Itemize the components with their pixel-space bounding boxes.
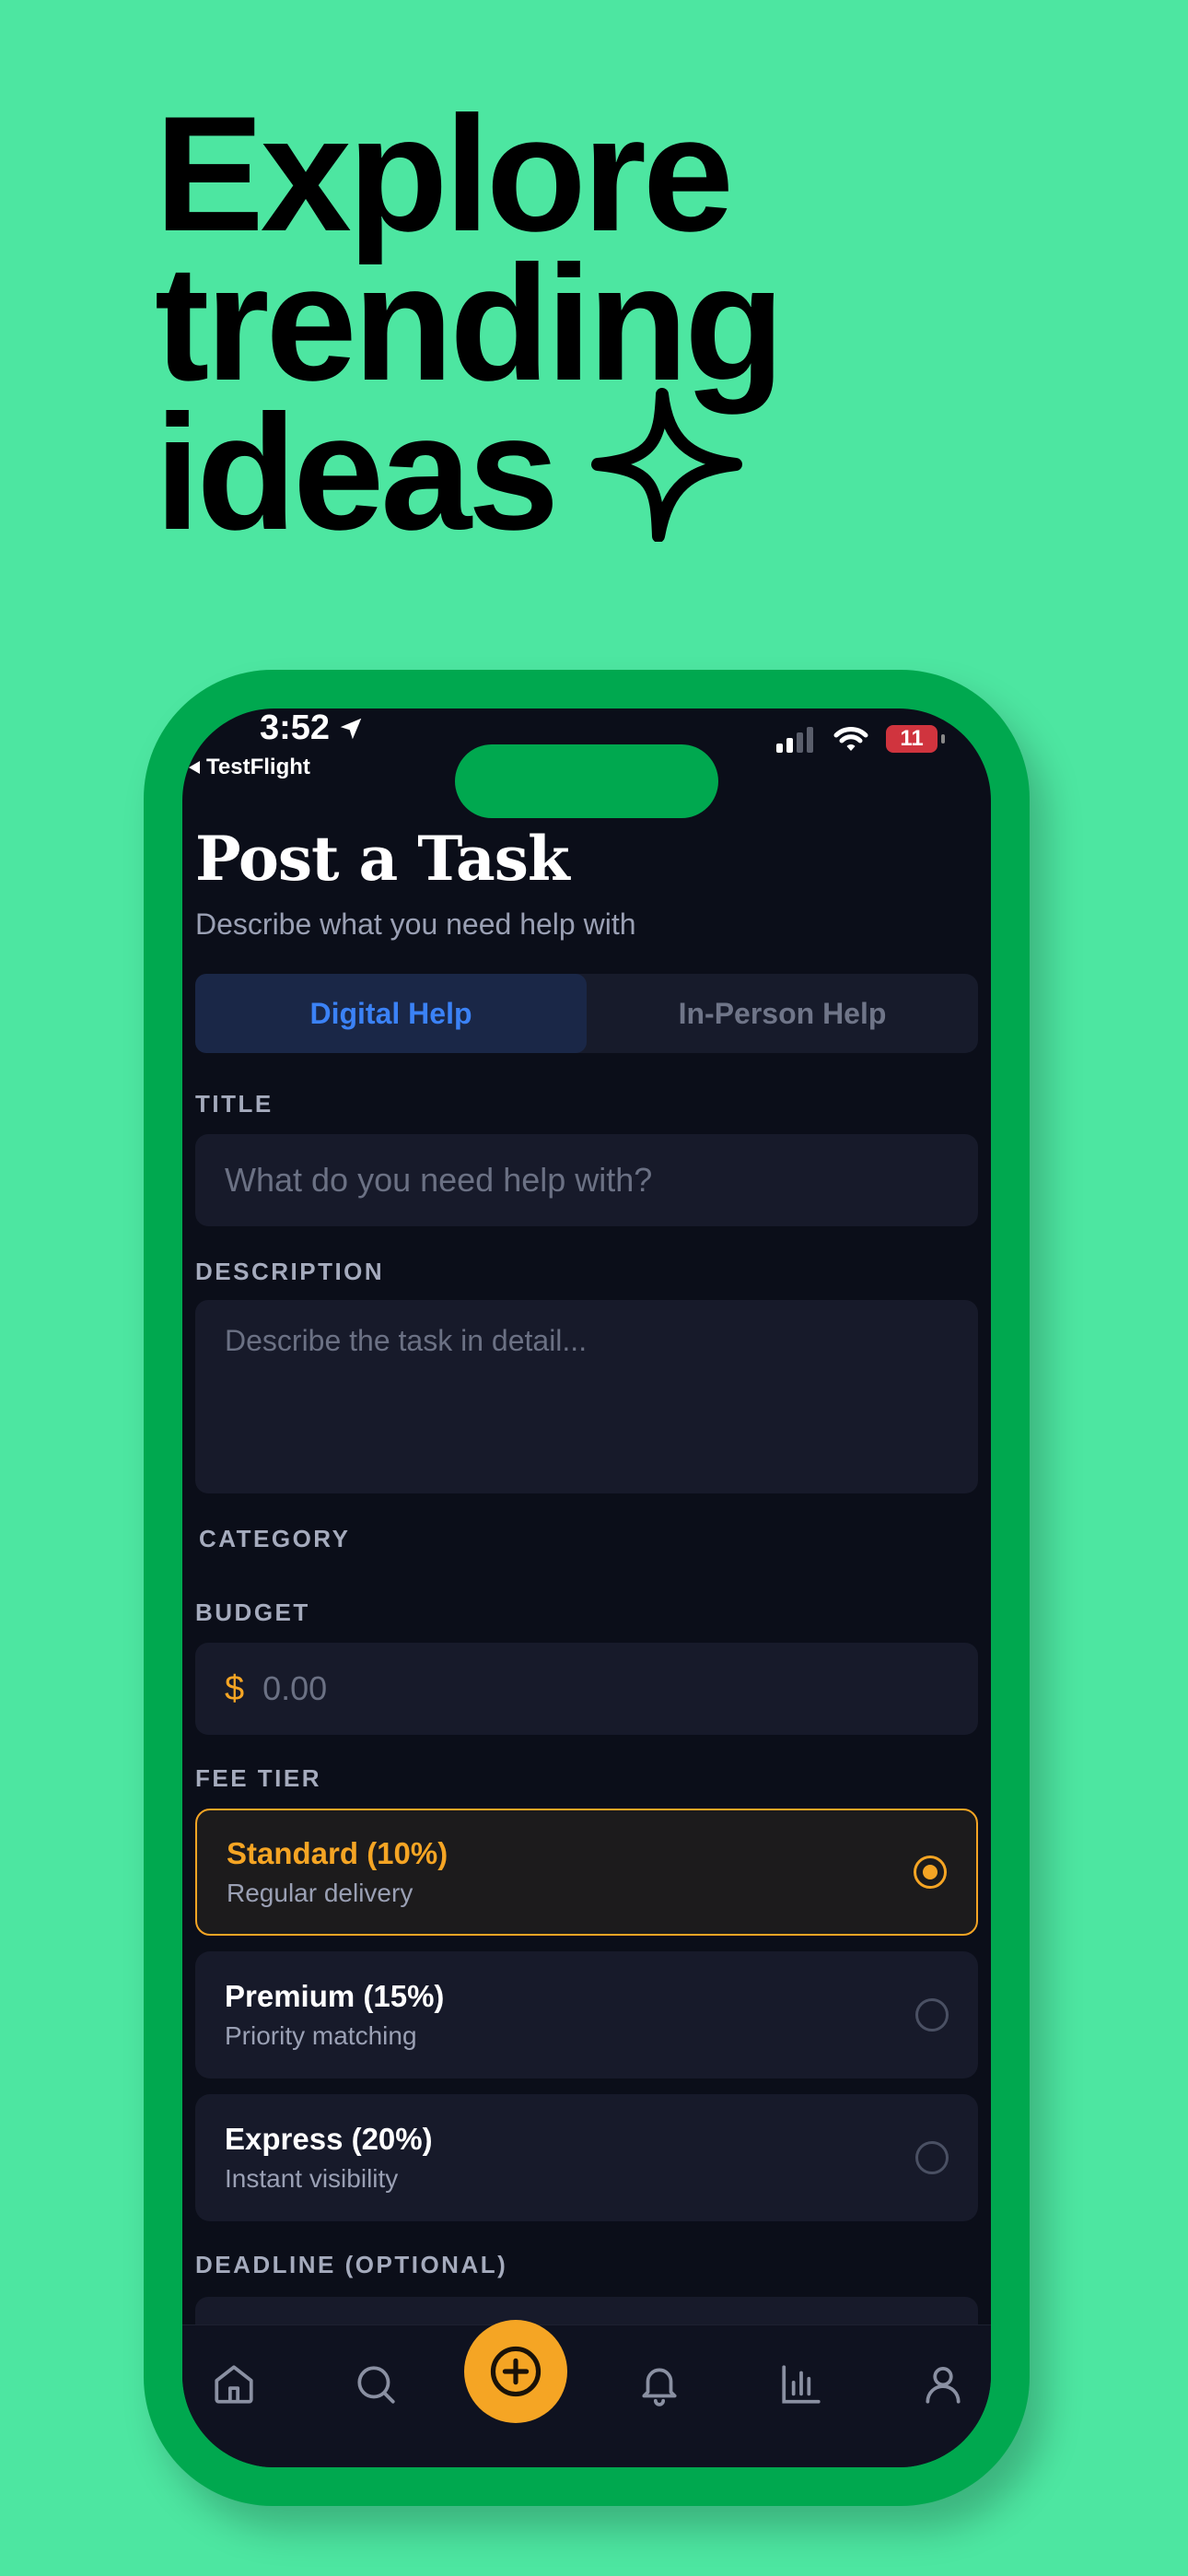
title-placeholder: What do you need help with? <box>225 1161 653 1199</box>
category-label: CATEGORY <box>199 1525 351 1552</box>
back-app-label: TestFlight <box>206 755 310 779</box>
headline-line-3-text: ideas <box>155 381 559 565</box>
fee-tier-description: Instant visibility <box>225 2164 399 2193</box>
budget-input[interactable]: $ 0.00 <box>195 1643 978 1735</box>
budget-label: BUDGET <box>195 1598 310 1626</box>
status-time: 3:52 <box>260 708 365 748</box>
fee-tier-description: Priority matching <box>225 2021 417 2050</box>
back-triangle-icon <box>189 761 200 774</box>
radio-selected[interactable] <box>914 1856 947 1889</box>
app-screen: 3:52 TestFlight 11 Post a Task Describe … <box>182 708 991 2467</box>
description-textarea[interactable]: Describe the task in detail... <box>195 1300 978 1493</box>
fee-tier-express-text: Express (20%) Instant visibility <box>225 2122 433 2194</box>
radio-unselected[interactable] <box>915 1998 949 2032</box>
headline-line-3: ideas <box>155 388 781 573</box>
fee-tier-standard-text: Standard (10%) Regular delivery <box>227 1836 448 1908</box>
phone-frame: 3:52 TestFlight 11 Post a Task Describe … <box>144 670 1030 2506</box>
chart-icon[interactable] <box>774 2357 829 2412</box>
page-subtitle: Describe what you need help with <box>195 907 636 941</box>
fee-tier-name: Standard (10%) <box>227 1836 448 1870</box>
description-label: DESCRIPTION <box>195 1258 385 1285</box>
status-indicators: 11 <box>775 725 945 753</box>
tab-in-person-help[interactable]: In-Person Help <box>587 974 978 1053</box>
profile-icon[interactable] <box>915 2357 971 2412</box>
fee-tier-name: Express (20%) <box>225 2122 433 2156</box>
help-type-segmented-control: Digital Help In-Person Help <box>195 974 978 1053</box>
battery-indicator: 11 <box>886 725 945 753</box>
title-input[interactable]: What do you need help with? <box>195 1134 978 1226</box>
deadline-label: DEADLINE (OPTIONAL) <box>195 2251 508 2278</box>
back-to-testflight[interactable]: TestFlight <box>188 755 310 780</box>
search-icon[interactable] <box>348 2357 403 2412</box>
currency-symbol: $ <box>225 1669 245 1708</box>
headline-line-2: trending <box>155 231 785 415</box>
fee-tier-premium-text: Premium (15%) Priority matching <box>225 1979 444 2051</box>
fee-tier-description: Regular delivery <box>227 1879 413 1907</box>
radio-unselected[interactable] <box>915 2141 949 2174</box>
battery-level: 11 <box>900 726 924 751</box>
location-arrow-icon <box>340 718 362 739</box>
tab-digital-help[interactable]: Digital Help <box>195 974 587 1053</box>
wifi-icon <box>833 727 868 751</box>
cellular-signal-icon <box>776 727 813 753</box>
fee-tier-premium[interactable]: Premium (15%) Priority matching <box>195 1951 978 2078</box>
fee-tier-express[interactable]: Express (20%) Instant visibility <box>195 2094 978 2221</box>
sparkle-icon <box>588 385 745 560</box>
fee-tier-standard[interactable]: Standard (10%) Regular delivery <box>195 1809 978 1936</box>
dynamic-island <box>455 744 718 818</box>
headline: Explore trending ideas <box>155 82 785 573</box>
fee-tier-name: Premium (15%) <box>225 1979 445 2013</box>
title-label: TITLE <box>195 1090 274 1118</box>
add-task-button[interactable] <box>464 2320 567 2423</box>
description-placeholder: Describe the task in detail... <box>225 1324 588 1357</box>
status-time-text: 3:52 <box>260 708 331 747</box>
budget-placeholder: 0.00 <box>262 1669 328 1707</box>
fee-tier-label: FEE TIER <box>195 1764 322 1792</box>
add-icon <box>490 2346 542 2397</box>
bell-icon[interactable] <box>632 2357 687 2412</box>
headline-line-1: Explore <box>155 82 734 265</box>
page-title: Post a Task <box>195 823 570 895</box>
home-icon[interactable] <box>206 2357 262 2412</box>
bottom-tab-bar <box>182 2320 991 2467</box>
